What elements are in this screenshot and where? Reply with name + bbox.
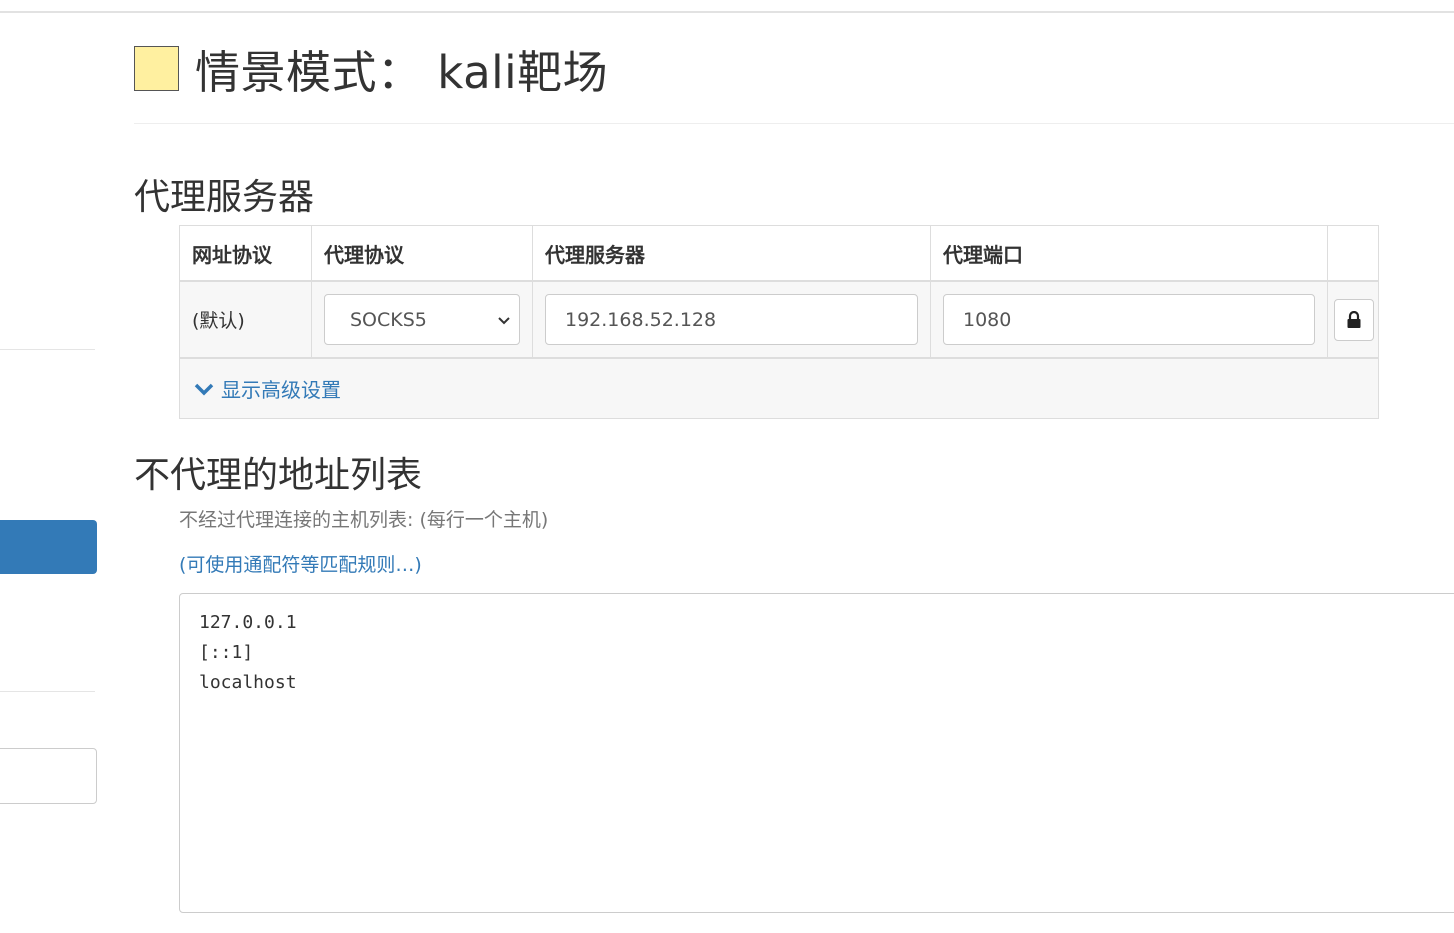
proxy-port-input[interactable]: 1080: [943, 294, 1315, 345]
port-cell: 1080: [931, 282, 1328, 357]
show-advanced-label: 显示高级设置: [221, 378, 341, 402]
advanced-settings-row: 显示高级设置: [180, 359, 1378, 418]
profile-color-swatch[interactable]: [134, 45, 179, 91]
chevron-down-icon: [194, 383, 214, 395]
header-divider: [134, 123, 1454, 124]
server-cell: 192.168.52.128: [533, 282, 931, 357]
pattern-rules-link[interactable]: (可使用通配符等匹配规则…): [179, 550, 422, 577]
url-scheme-value: (默认): [180, 282, 312, 357]
column-url-scheme: 网址协议: [180, 226, 312, 280]
proxy-section-heading: 代理服务器: [134, 177, 315, 218]
proxy-table-header: 网址协议 代理协议 代理服务器 代理端口: [180, 226, 1378, 282]
sidebar-divider: [0, 349, 95, 350]
bypass-hint: 不经过代理连接的主机列表: (每行一个主机): [179, 509, 549, 531]
column-port: 代理端口: [931, 226, 1328, 280]
sidebar-primary-button[interactable]: [0, 520, 97, 574]
protocol-select-value: SOCKS5: [350, 308, 427, 331]
sidebar-divider: [0, 691, 95, 692]
column-server: 代理服务器: [533, 226, 931, 280]
chevron-down-icon: [498, 316, 510, 324]
lock-icon: [1347, 310, 1361, 328]
proxy-server-input[interactable]: 192.168.52.128: [545, 294, 918, 345]
sidebar-input[interactable]: [0, 748, 97, 804]
profile-header: 情景模式： kali靶场: [134, 40, 608, 99]
actions-cell: [1328, 282, 1378, 357]
bypass-section-heading: 不代理的地址列表: [134, 455, 423, 496]
column-actions: [1328, 226, 1378, 280]
page-title: 情景模式： kali靶场: [195, 45, 609, 99]
show-advanced-link[interactable]: 显示高级设置: [194, 374, 341, 403]
protocol-cell: SOCKS5: [312, 282, 533, 357]
protocol-select[interactable]: SOCKS5: [324, 294, 520, 345]
proxy-table: 网址协议 代理协议 代理服务器 代理端口 (默认) SOCKS5 192.168…: [179, 225, 1379, 419]
column-protocol: 代理协议: [312, 226, 533, 280]
auth-lock-button[interactable]: [1334, 298, 1374, 341]
table-row: (默认) SOCKS5 192.168.52.128 1080: [180, 282, 1378, 359]
top-border: [0, 11, 1454, 13]
bypass-list-textarea[interactable]: 127.0.0.1 [::1] localhost: [179, 593, 1454, 913]
